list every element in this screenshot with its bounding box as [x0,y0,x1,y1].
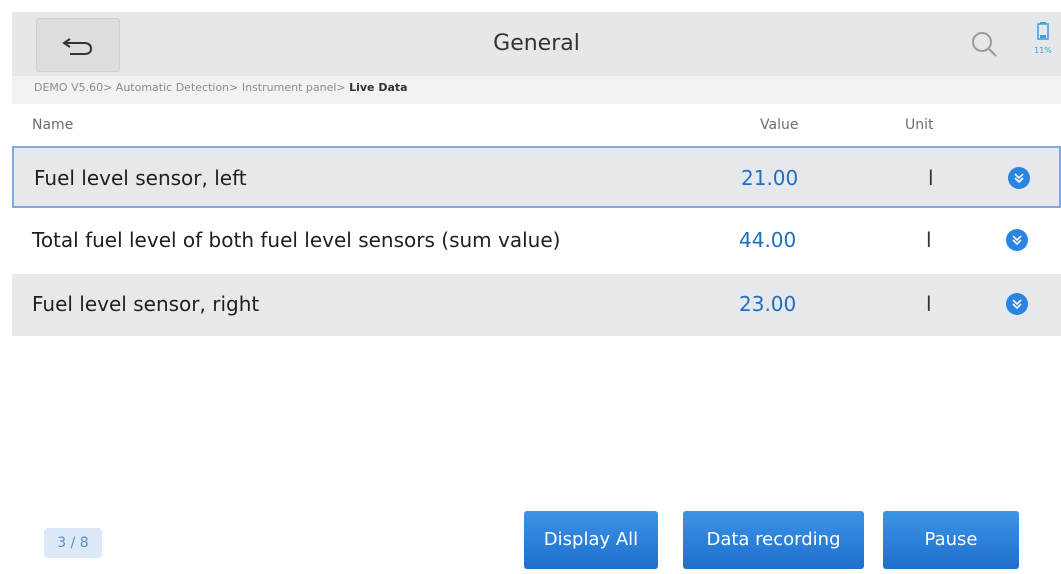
row-value: 21.00 [741,166,799,190]
battery-status: 11% [1028,22,1058,68]
table-row[interactable]: Total fuel level of both fuel level sens… [12,210,1061,272]
chevron-down-icon [1014,173,1024,184]
expand-button[interactable] [1008,167,1030,189]
search-button[interactable] [970,30,998,58]
chevron-down-icon [1012,299,1022,310]
row-value: 44.00 [739,228,797,252]
pause-button[interactable]: Pause [883,511,1019,569]
search-icon [972,32,997,57]
row-value: 23.00 [739,292,797,316]
column-name-header: Name [32,117,74,133]
breadcrumb: DEMO V5.60> Automatic Detection> Instrum… [12,76,1061,104]
table-header: Name Value Unit [12,104,1061,146]
display-all-button[interactable]: Display All [524,511,658,569]
table-row[interactable]: Fuel level sensor, left 21.00 l [12,146,1061,208]
row-unit: l [926,228,932,252]
data-recording-button[interactable]: Data recording [683,511,864,569]
chevron-down-icon [1012,235,1022,246]
top-bar: General 11% [12,12,1061,76]
row-unit: l [926,292,932,316]
column-value-header: Value [760,117,799,133]
column-unit-header: Unit [905,117,934,133]
back-button[interactable] [36,18,120,72]
battery-icon [1037,22,1049,40]
breadcrumb-path: DEMO V5.60> Automatic Detection> Instrum… [34,81,350,94]
expand-button[interactable] [1006,293,1028,315]
row-name: Fuel level sensor, left [34,166,247,190]
expand-button[interactable] [1006,229,1028,251]
row-name: Fuel level sensor, right [32,292,260,316]
breadcrumb-current: Live Data [349,81,408,94]
page-indicator: 3 / 8 [44,528,102,558]
back-arrow-icon [62,38,93,55]
row-unit: l [928,166,934,190]
page-title: General [493,31,580,56]
row-name: Total fuel level of both fuel level sens… [32,228,561,252]
battery-label: 11% [1034,46,1052,55]
table-row[interactable]: Fuel level sensor, right 23.00 l [12,274,1061,336]
